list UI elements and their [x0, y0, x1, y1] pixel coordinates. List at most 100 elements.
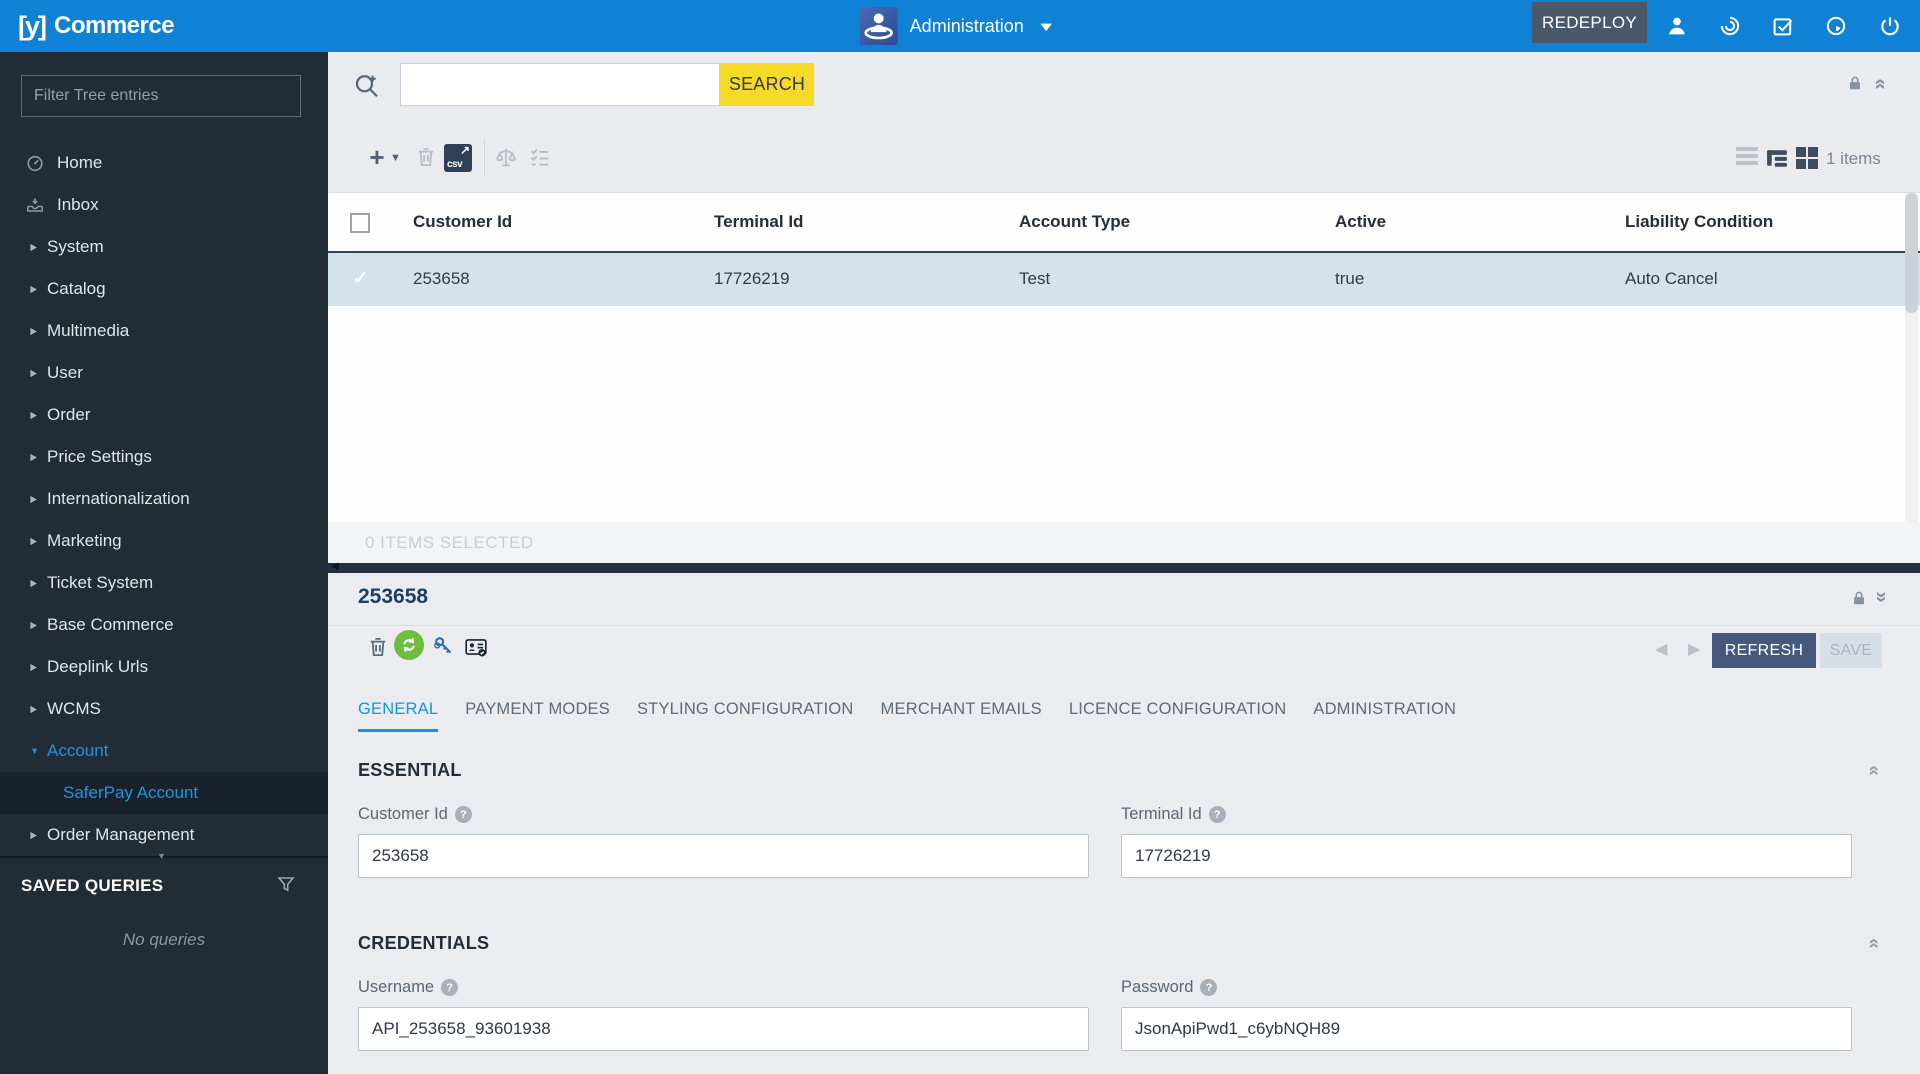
tab-administration[interactable]: ADMINISTRATION [1313, 700, 1456, 732]
export-csv-icon[interactable]: ↗ csv [444, 143, 472, 172]
terminal-id-field[interactable] [1121, 834, 1852, 878]
sidebar-item-deeplink-urls[interactable]: ▶ Deeplink Urls [0, 646, 328, 688]
expand-arrow-icon[interactable]: ▶ [30, 620, 45, 630]
expand-arrow-icon[interactable]: ▶ [30, 662, 45, 672]
column-header[interactable]: Active [1335, 212, 1386, 232]
grid-view-icon[interactable] [1796, 147, 1818, 169]
help-question-icon[interactable]: ? [1208, 806, 1226, 823]
previous-item-arrow-icon[interactable]: ◀ [1655, 639, 1667, 659]
filter-funnel-icon[interactable] [276, 874, 296, 894]
sidebar-item-price-settings[interactable]: ▶ Price Settings [0, 436, 328, 478]
tasks-checkbox-icon[interactable] [1771, 14, 1795, 38]
table-row[interactable]: ✓ 253658 17726219 Test true Auto Cancel [328, 253, 1920, 306]
help-question-icon[interactable]: ? [1200, 979, 1218, 996]
sidebar-item-marketing[interactable]: ▶ Marketing [0, 520, 328, 562]
sidebar-item-label: Deeplink Urls [47, 657, 149, 676]
help-question-icon[interactable]: ? [454, 806, 472, 823]
collapse-panel-chevron-icon[interactable]: » [1869, 74, 1891, 94]
bulk-edit-checklist-icon[interactable] [528, 145, 554, 171]
history-icon[interactable] [1718, 14, 1742, 38]
splitter-handle-icon[interactable]: ◀ [331, 561, 339, 572]
compare-items-icon[interactable] [494, 145, 520, 171]
search-button[interactable]: SEARCH [720, 63, 814, 106]
redeploy-button[interactable]: REDEPLOY [1532, 2, 1647, 43]
sidebar-item-multimedia[interactable]: ▶ Multimedia [0, 310, 328, 352]
sidebar-item-inbox[interactable]: Inbox [0, 184, 328, 226]
username-field[interactable] [358, 1007, 1089, 1051]
column-header[interactable]: Liability Condition [1625, 212, 1773, 232]
sidebar-item-order[interactable]: ▶ Order [0, 394, 328, 436]
section-title-essential: ESSENTIAL [358, 760, 462, 780]
sidebar-item-label: User [47, 363, 83, 382]
sidebar-item-home[interactable]: Home [0, 142, 328, 184]
next-item-arrow-icon[interactable]: ▶ [1688, 639, 1700, 659]
help-question-icon[interactable]: ? [441, 979, 459, 996]
certificate-id-icon[interactable] [464, 635, 490, 661]
tab-general[interactable]: GENERAL [358, 700, 439, 732]
expand-arrow-icon[interactable]: ▶ [30, 410, 45, 420]
sidebar-item-system[interactable]: ▶ System [0, 226, 328, 268]
list-view-icon[interactable] [1736, 147, 1758, 169]
collapse-section-chevron-icon[interactable]: » [1863, 934, 1884, 953]
expand-arrow-icon[interactable]: ▶ [30, 578, 45, 588]
sidebar-item-internationalization[interactable]: ▶ Internationalization [0, 478, 328, 520]
password-field[interactable] [1121, 1007, 1852, 1051]
customer-id-field[interactable] [358, 834, 1089, 878]
panel-splitter[interactable]: ◀ [328, 561, 1920, 573]
tab-merchant-emails[interactable]: MERCHANT EMAILS [881, 700, 1042, 732]
column-header[interactable]: Account Type [1019, 212, 1130, 232]
column-header[interactable]: Customer Id [413, 212, 512, 232]
select-all-checkbox[interactable] [350, 213, 370, 233]
refresh-button[interactable]: REFRESH [1712, 633, 1816, 668]
expand-arrow-icon[interactable]: ▶ [30, 536, 45, 546]
session-language-icon[interactable] [1824, 14, 1848, 38]
sidebar-item-base-commerce[interactable]: ▶ Base Commerce [0, 604, 328, 646]
save-button[interactable]: SAVE [1820, 633, 1882, 668]
create-item-icon[interactable]: + [364, 144, 390, 171]
expand-arrow-icon[interactable]: ▶ [30, 452, 45, 462]
scrollbar-thumb[interactable] [1905, 193, 1918, 313]
repeat-search-icon[interactable] [352, 70, 382, 100]
chevron-down-icon: ▼ [1036, 18, 1056, 34]
expand-arrow-icon[interactable]: ▶ [30, 494, 45, 504]
tab-payment-modes[interactable]: PAYMENT MODES [465, 700, 610, 732]
expand-arrow-icon[interactable]: ▶ [30, 326, 45, 336]
tree-filter-input[interactable] [21, 75, 301, 117]
sidebar-item-wcms[interactable]: ▶ WCMS [0, 688, 328, 730]
tab-styling-configuration[interactable]: STYLING CONFIGURATION [637, 700, 854, 732]
collapse-arrow-icon[interactable]: ▼ [30, 746, 45, 756]
user-account-icon[interactable] [1665, 14, 1689, 38]
tab-licence-configuration[interactable]: LICENCE CONFIGURATION [1069, 700, 1287, 732]
sidebar-item-account[interactable]: ▼ Account [0, 730, 328, 772]
sidebar-item-saferpay-account[interactable]: SaferPay Account [0, 772, 328, 814]
expand-arrow-icon[interactable]: ▶ [30, 704, 45, 714]
tree-view-icon[interactable] [1766, 147, 1788, 169]
search-input[interactable] [400, 63, 720, 106]
collapse-editor-chevron-icon[interactable]: » [1871, 587, 1893, 607]
expand-arrow-icon[interactable]: ▶ [30, 242, 45, 252]
table-scrollbar[interactable] [1905, 193, 1918, 522]
expand-arrow-icon[interactable]: ▶ [30, 830, 45, 840]
sidebar-item-user[interactable]: ▶ User [0, 352, 328, 394]
section-title-credentials: CREDENTIALS [358, 933, 490, 953]
field-label-text: Password [1121, 978, 1194, 996]
sidebar-item-ticket-system[interactable]: ▶ Ticket System [0, 562, 328, 604]
delete-items-icon[interactable] [414, 145, 440, 171]
saved-queries-title: SAVED QUERIES [21, 876, 164, 895]
export-arrow-glyph: ↗ [459, 143, 470, 157]
delete-item-icon[interactable] [366, 635, 392, 661]
field-label-username: Username ? [358, 978, 1089, 997]
logout-power-icon[interactable] [1878, 14, 1902, 38]
collapse-section-chevron-icon[interactable]: » [1863, 761, 1884, 780]
divider-collapse-handle-icon[interactable]: ▼ [157, 851, 166, 861]
sidebar-item-catalog[interactable]: ▶ Catalog [0, 268, 328, 310]
perspective-selector[interactable]: Administration ▼ [859, 0, 1056, 52]
sync-item-icon[interactable] [394, 630, 424, 660]
create-dropdown-caret-icon[interactable]: ▼ [390, 145, 404, 171]
backoffice-app: [y] Commerce Administration ▼ REDEPLOY F… [0, 0, 1920, 1074]
expand-arrow-icon[interactable]: ▶ [30, 368, 45, 378]
column-header[interactable]: Terminal Id [714, 212, 803, 232]
sidebar-item-order-management[interactable]: ▶ Order Management [0, 814, 328, 856]
expand-arrow-icon[interactable]: ▶ [30, 284, 45, 294]
credentials-keys-icon[interactable] [432, 635, 458, 661]
